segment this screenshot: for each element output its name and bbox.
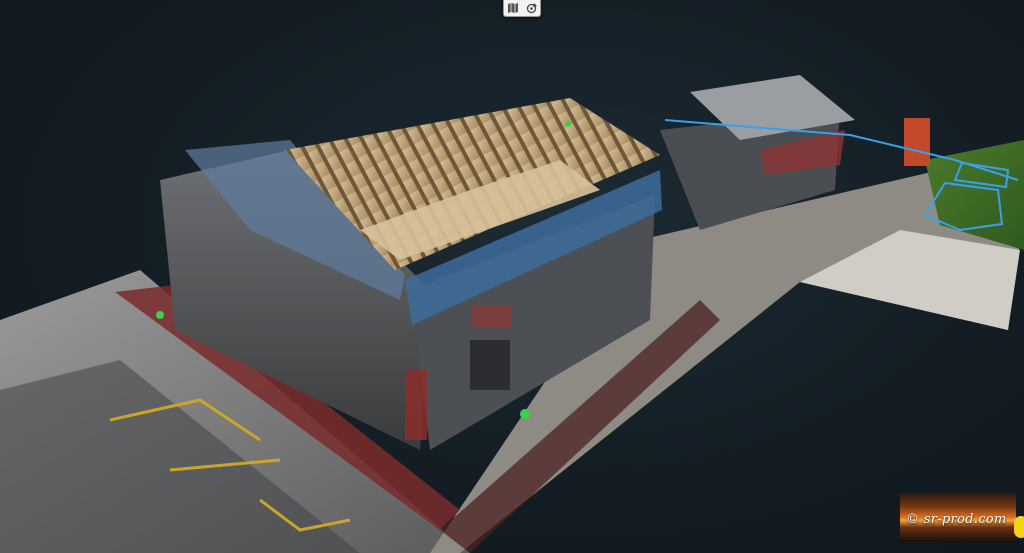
watermark-text: © sr-prod.com [906, 512, 1007, 527]
map-view-button[interactable] [505, 1, 521, 15]
orange-tank [904, 118, 930, 166]
watermark-logo: © sr-prod.com [900, 493, 1016, 542]
point-cloud-scene [0, 75, 1024, 553]
storefront-door [470, 340, 510, 390]
edge-badge[interactable] [1014, 516, 1024, 538]
ground-marker [156, 311, 164, 319]
point-cloud-viewport[interactable] [0, 0, 1024, 553]
rotate-view-icon [526, 2, 537, 13]
view-toolbar [503, 0, 541, 17]
storefront-sign [472, 305, 512, 327]
map-icon [508, 3, 518, 13]
ground-marker [520, 409, 530, 419]
roof-marker [565, 121, 571, 127]
side-door [405, 370, 427, 440]
rotate-view-button[interactable] [523, 1, 539, 15]
